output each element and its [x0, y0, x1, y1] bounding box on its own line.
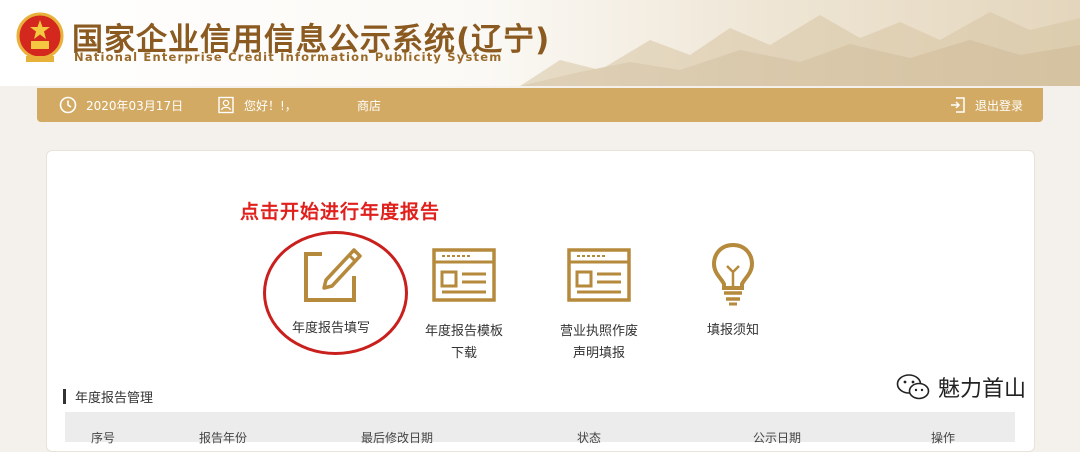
- site-subtitle: National Enterprise Credit Information P…: [74, 50, 503, 64]
- highlight-circle: [263, 231, 408, 355]
- site-header: 国家企业信用信息公示系统(辽宁) National Enterprise Cre…: [0, 0, 1080, 86]
- template-download-icon: [432, 248, 496, 302]
- annotation-hint: 点击开始进行年度报告: [240, 201, 441, 223]
- logout-icon: [951, 97, 965, 113]
- wechat-icon: [896, 374, 930, 400]
- user-card-icon: [218, 96, 234, 114]
- col-header-index: 序号: [91, 431, 116, 445]
- user-greeting: 您好！!，: [217, 88, 297, 122]
- current-date: 2020年03月17日: [86, 98, 184, 113]
- clock-icon: [59, 96, 77, 114]
- date-display: 2020年03月17日: [59, 88, 183, 122]
- tile-filing-instructions[interactable]: 填报须知: [688, 242, 778, 342]
- col-header-action: 操作: [931, 431, 956, 445]
- license-void-icon: [567, 248, 631, 302]
- section-title-text: 年度报告管理: [75, 390, 154, 406]
- section-title: 年度报告管理: [63, 387, 154, 406]
- tile-license-void-declaration[interactable]: 营业执照作废 声明填报: [549, 248, 649, 365]
- tile-label: 填报须知: [706, 323, 759, 338]
- col-header-publish-date: 公示日期: [753, 431, 802, 445]
- tile-label: 营业执照作废 声明填报: [559, 324, 638, 361]
- tile-label: 年度报告模板 下载: [424, 324, 503, 361]
- col-header-modified: 最后修改日期: [361, 431, 434, 445]
- main-card: [46, 150, 1035, 452]
- logout-label: 退出登录: [975, 98, 1024, 113]
- section-marker: [63, 388, 66, 404]
- tile-template-download[interactable]: 年度报告模板 下载: [414, 248, 514, 365]
- lightbulb-icon: [711, 242, 755, 306]
- col-header-status: 状态: [577, 431, 602, 445]
- logout-button[interactable]: 退出登录: [949, 88, 1023, 122]
- company-name: 商店: [357, 98, 382, 113]
- national-emblem-icon: [16, 12, 64, 62]
- col-header-year: 报告年份: [199, 431, 248, 445]
- table-header: 序号 报告年份 最后修改日期 状态 公示日期 操作: [65, 412, 1015, 445]
- mountain-decoration: [520, 12, 1080, 86]
- greeting-text: 您好！!，: [244, 98, 297, 113]
- user-bar: 2020年03月17日 您好！!， 商店 退出登录: [37, 88, 1043, 122]
- watermark: 魅力首山: [896, 371, 1026, 403]
- watermark-text: 魅力首山: [938, 377, 1027, 402]
